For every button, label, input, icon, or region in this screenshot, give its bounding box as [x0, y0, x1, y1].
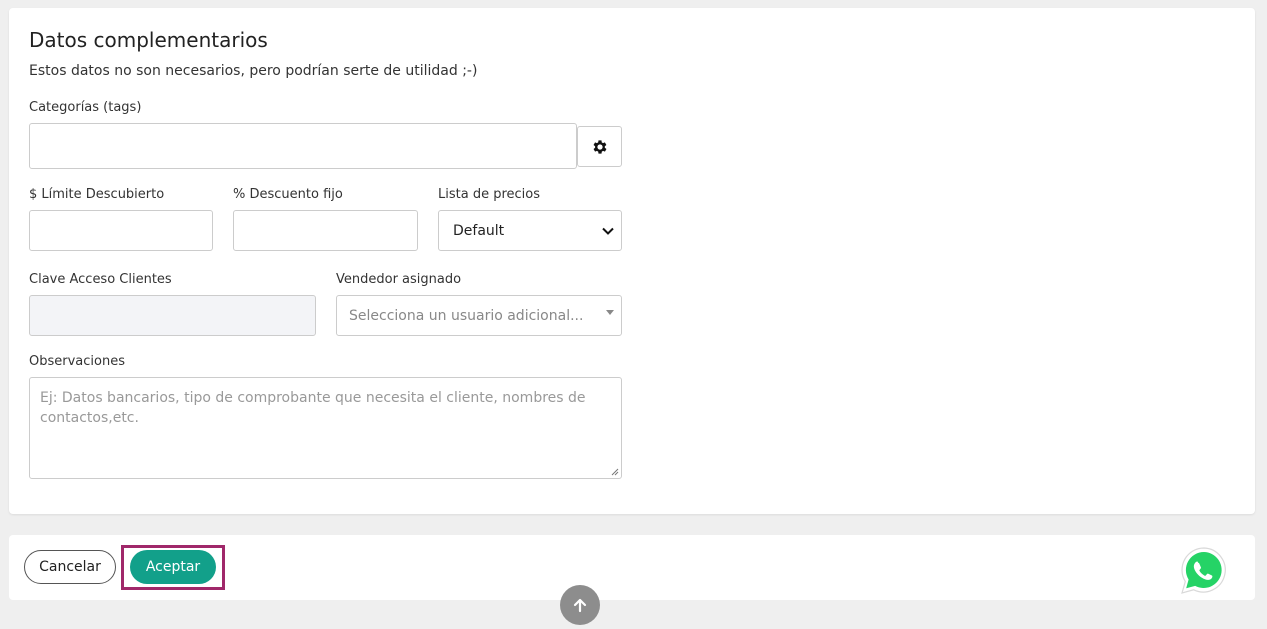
- price-list-label: Lista de precios: [438, 187, 541, 202]
- observations-placeholder: Ej: Datos bancarios, tipo de comprobante…: [40, 390, 586, 426]
- observations-label: Observaciones: [29, 354, 125, 369]
- chevron-down-icon: [602, 227, 614, 235]
- client-access-key-label: Clave Acceso Clientes: [29, 272, 172, 287]
- client-access-key-input[interactable]: [29, 295, 316, 336]
- assigned-seller-placeholder: Selecciona un usuario adicional...: [349, 307, 584, 324]
- assigned-seller-select[interactable]: Selecciona un usuario adicional...: [336, 295, 622, 336]
- price-list-select[interactable]: Default: [438, 210, 622, 251]
- whatsapp-icon: [1181, 547, 1226, 594]
- form-footer: Cancelar Aceptar: [9, 535, 1255, 600]
- whatsapp-button[interactable]: [1178, 545, 1230, 597]
- categories-settings-button[interactable]: [577, 126, 622, 167]
- fixed-discount-label: % Descuento fijo: [233, 187, 343, 202]
- assigned-seller-label: Vendedor asignado: [336, 272, 462, 287]
- resize-handle-icon[interactable]: [611, 468, 619, 476]
- credit-limit-input[interactable]: [29, 210, 213, 251]
- cancel-button[interactable]: Cancelar: [24, 550, 116, 584]
- categories-input[interactable]: [29, 123, 577, 169]
- accept-button[interactable]: Aceptar: [130, 550, 216, 584]
- section-subtitle: Estos datos no son necesarios, pero podr…: [29, 63, 478, 79]
- fixed-discount-input[interactable]: [233, 210, 418, 251]
- price-list-selected: Default: [453, 222, 505, 239]
- categories-label: Categorías (tags): [29, 100, 142, 115]
- gear-icon: [593, 139, 606, 154]
- arrow-up-icon: [573, 598, 587, 613]
- scroll-to-top-button[interactable]: [560, 585, 600, 625]
- caret-down-icon: [606, 310, 614, 315]
- complementary-data-card: Datos complementarios Estos datos no son…: [9, 8, 1255, 514]
- section-title: Datos complementarios: [29, 28, 268, 52]
- credit-limit-label: $ Límite Descubierto: [29, 187, 165, 202]
- observations-textarea[interactable]: Ej: Datos bancarios, tipo de comprobante…: [29, 377, 622, 479]
